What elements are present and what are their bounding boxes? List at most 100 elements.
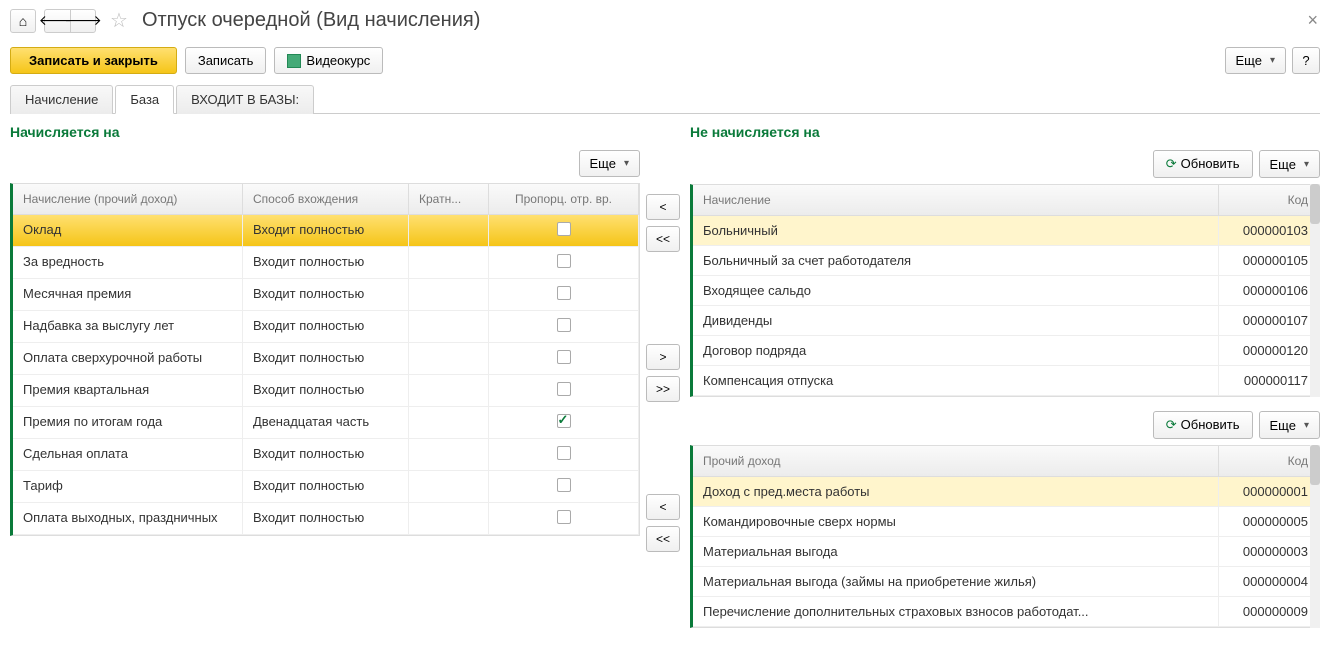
cell-prop[interactable] (489, 439, 639, 470)
table-row[interactable]: Оплата сверхурочной работыВходит полност… (13, 343, 639, 375)
table-row[interactable]: Сдельная оплатаВходит полностью (13, 439, 639, 471)
checkbox[interactable] (557, 254, 571, 268)
table-row[interactable]: Компенсация отпуска000000117 (693, 366, 1319, 396)
cell-way: Двенадцатая часть (243, 407, 409, 438)
cell-name: Дивиденды (693, 306, 1219, 335)
cell-name: Оплата выходных, праздничных (13, 503, 243, 534)
table-row[interactable]: Материальная выгода (займы на приобретен… (693, 567, 1319, 597)
left-grid: Начисление (прочий доход) Способ вхожден… (10, 183, 640, 536)
checkbox[interactable] (557, 350, 571, 364)
cell-prop[interactable] (489, 279, 639, 310)
save-button[interactable]: Записать (185, 47, 267, 74)
cell-code: 000000120 (1219, 336, 1319, 365)
cell-way: Входит полностью (243, 503, 409, 534)
cell-name: Месячная премия (13, 279, 243, 310)
cell-way: Входит полностью (243, 471, 409, 502)
move-left2-button[interactable]: < (646, 494, 680, 520)
col-code-bottom[interactable]: Код (1219, 446, 1319, 476)
col-name-bottom[interactable]: Прочий доход (693, 446, 1219, 476)
cell-way: Входит полностью (243, 247, 409, 278)
col-code-top[interactable]: Код (1219, 185, 1319, 215)
left-more-button[interactable]: Еще (579, 150, 640, 177)
col-krat[interactable]: Кратн... (409, 184, 489, 214)
table-row[interactable]: Договор подряда000000120 (693, 336, 1319, 366)
refresh-icon: ⟳ (1166, 417, 1177, 432)
right-bottom-more-button[interactable]: Еще (1259, 411, 1320, 439)
cell-krat (409, 407, 489, 438)
favorite-star-icon[interactable]: ☆ (110, 8, 128, 33)
col-way[interactable]: Способ вхождения (243, 184, 409, 214)
checkbox[interactable] (557, 382, 571, 396)
forward-button[interactable]: 🡒 (70, 9, 96, 33)
cell-name: Премия квартальная (13, 375, 243, 406)
table-row[interactable]: Больничный000000103 (693, 216, 1319, 246)
cell-name: Командировочные сверх нормы (693, 507, 1219, 536)
home-button[interactable]: ⌂ (10, 9, 36, 33)
cell-name: Доход с пред.места работы (693, 477, 1219, 506)
cell-way: Входит полностью (243, 279, 409, 310)
cell-code: 000000106 (1219, 276, 1319, 305)
refresh-top-button[interactable]: ⟳Обновить (1153, 150, 1253, 178)
table-row[interactable]: Входящее сальдо000000106 (693, 276, 1319, 306)
col-prop[interactable]: Пропорц. отр. вр. (489, 184, 639, 214)
cell-prop[interactable] (489, 471, 639, 502)
checkbox[interactable] (557, 478, 571, 492)
table-row[interactable]: Материальная выгода000000003 (693, 537, 1319, 567)
table-row[interactable]: Больничный за счет работодателя000000105 (693, 246, 1319, 276)
cell-code: 000000001 (1219, 477, 1319, 506)
help-button[interactable]: ? (1292, 47, 1320, 74)
save-close-button[interactable]: Записать и закрыть (10, 47, 177, 74)
video-button[interactable]: Видеокурс (274, 47, 383, 74)
col-name[interactable]: Начисление (прочий доход) (13, 184, 243, 214)
scrollbar[interactable] (1310, 445, 1320, 628)
cell-name: Перечисление дополнительных страховых вз… (693, 597, 1219, 626)
refresh-bottom-button[interactable]: ⟳Обновить (1153, 411, 1253, 439)
tab-base[interactable]: База (115, 85, 174, 114)
table-row[interactable]: Месячная премияВходит полностью (13, 279, 639, 311)
table-row[interactable]: Командировочные сверх нормы000000005 (693, 507, 1319, 537)
table-row[interactable]: ТарифВходит полностью (13, 471, 639, 503)
table-row[interactable]: Оплата выходных, праздничныхВходит полно… (13, 503, 639, 535)
cell-prop[interactable] (489, 343, 639, 374)
checkbox[interactable] (557, 414, 571, 428)
cell-prop[interactable] (489, 407, 639, 438)
cell-name: Больничный (693, 216, 1219, 245)
table-row[interactable]: Доход с пред.места работы000000001 (693, 477, 1319, 507)
move-right-button[interactable]: > (646, 344, 680, 370)
checkbox[interactable] (557, 510, 571, 524)
move-left-all-button[interactable]: << (646, 226, 680, 252)
move-left2-all-button[interactable]: << (646, 526, 680, 552)
cell-prop[interactable] (489, 247, 639, 278)
close-icon[interactable]: × (1307, 10, 1318, 31)
tab-included-in[interactable]: ВХОДИТ В БАЗЫ: (176, 85, 314, 114)
table-row[interactable]: Премия по итогам годаДвенадцатая часть (13, 407, 639, 439)
cell-name: Договор подряда (693, 336, 1219, 365)
col-name-top[interactable]: Начисление (693, 185, 1219, 215)
table-row[interactable]: За вредностьВходит полностью (13, 247, 639, 279)
table-row[interactable]: Надбавка за выслугу летВходит полностью (13, 311, 639, 343)
cell-code: 000000004 (1219, 567, 1319, 596)
checkbox[interactable] (557, 318, 571, 332)
right-top-more-button[interactable]: Еще (1259, 150, 1320, 178)
more-button[interactable]: Еще (1225, 47, 1286, 74)
tab-accrual[interactable]: Начисление (10, 85, 113, 114)
cell-name: Премия по итогам года (13, 407, 243, 438)
cell-prop[interactable] (489, 215, 639, 246)
table-row[interactable]: Премия квартальнаяВходит полностью (13, 375, 639, 407)
cell-code: 000000105 (1219, 246, 1319, 275)
move-left-button[interactable]: < (646, 194, 680, 220)
table-row[interactable]: Дивиденды000000107 (693, 306, 1319, 336)
table-row[interactable]: Перечисление дополнительных страховых вз… (693, 597, 1319, 627)
checkbox[interactable] (557, 446, 571, 460)
checkbox[interactable] (557, 222, 571, 236)
cell-prop[interactable] (489, 311, 639, 342)
cell-prop[interactable] (489, 375, 639, 406)
cell-prop[interactable] (489, 503, 639, 534)
cell-name: Компенсация отпуска (693, 366, 1219, 395)
table-row[interactable]: ОкладВходит полностью (13, 215, 639, 247)
move-right-all-button[interactable]: >> (646, 376, 680, 402)
cell-krat (409, 471, 489, 502)
scrollbar[interactable] (1310, 184, 1320, 397)
checkbox[interactable] (557, 286, 571, 300)
cell-way: Входит полностью (243, 439, 409, 470)
